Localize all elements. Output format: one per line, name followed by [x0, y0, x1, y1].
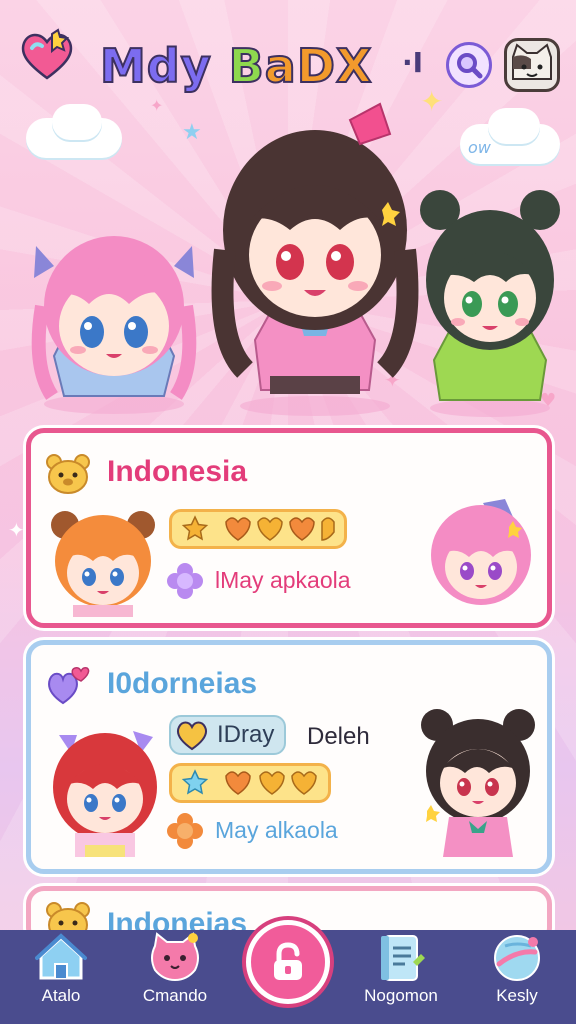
brown-hair-girl-illustration — [211, 102, 419, 416]
card-title: Indonesia — [107, 455, 248, 488]
lock-icon — [274, 942, 302, 980]
app-title-part1: Mdy — [99, 38, 212, 94]
pill-label: IDray — [217, 721, 275, 748]
pink-hair-girl-avatar — [431, 499, 531, 605]
avatar-button[interactable] — [504, 38, 560, 92]
nav-label: Kesly — [496, 986, 538, 1005]
heart-icon — [48, 667, 90, 705]
card-subtitle: lMay apkaola — [215, 567, 351, 593]
heart-icon — [176, 721, 208, 751]
rating-pill — [169, 509, 347, 549]
home-icon — [35, 933, 87, 980]
pill-side-text: Deleh — [307, 723, 370, 750]
flower-icon — [167, 563, 203, 599]
search-icon — [457, 53, 483, 79]
nav-item-notebook[interactable]: Nogomon — [346, 930, 456, 1024]
globe-icon — [494, 935, 540, 981]
app-title: Mdy BaDX — [99, 38, 373, 94]
nav-item-cmando[interactable]: Cmando — [120, 930, 230, 1024]
nav-item-kesly[interactable]: Kesly — [462, 930, 572, 1024]
dark-hair-girl-avatar — [421, 709, 535, 857]
app-title-part3: aDX — [264, 38, 373, 94]
header: Mdy BaDX ·I — [0, 18, 576, 94]
green-hair-girl-illustration — [420, 190, 560, 417]
pink-cat-icon — [151, 932, 199, 982]
nav-label: Nogomon — [364, 986, 438, 1005]
rating-pill — [169, 763, 331, 803]
red-hair-girl-illustration — [53, 731, 157, 857]
bear-icon — [46, 454, 90, 494]
star-sparkle: ✦ — [8, 518, 25, 542]
flower-icon — [167, 813, 203, 849]
nav-label: Atalo — [41, 986, 81, 1005]
search-button[interactable] — [446, 42, 492, 88]
notebook-icon — [381, 935, 425, 981]
rating-stars-icon — [181, 769, 317, 795]
nav-label: Cmando — [142, 986, 208, 1005]
region-card-1[interactable]: Indonesia lMay apkaola — [26, 428, 552, 628]
region-card-2[interactable]: I0dorneias IDray Deleh May alkaola — [26, 640, 552, 874]
card-title: I0dorneias — [107, 667, 258, 700]
orange-bear-girl-illustration — [51, 511, 155, 617]
card-subtitle: May alkaola — [215, 817, 338, 843]
rating-stars-icon — [181, 515, 335, 541]
heart-icon[interactable] — [18, 28, 76, 82]
hero-characters — [0, 100, 576, 430]
header-mark: ·I — [402, 46, 424, 79]
app-title-part2: B — [228, 38, 265, 94]
nav-item-home[interactable]: Atalo — [6, 930, 116, 1024]
center-lock-button[interactable] — [246, 920, 330, 1004]
pink-hair-girl-illustration — [31, 236, 197, 414]
cat-avatar-icon — [512, 43, 552, 80]
